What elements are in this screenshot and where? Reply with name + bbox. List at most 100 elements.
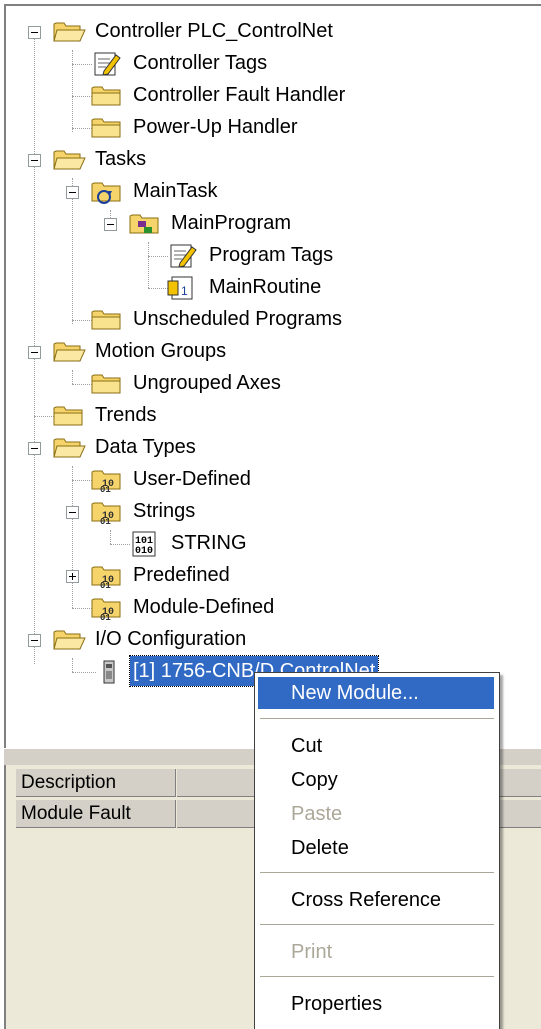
folder-icon xyxy=(91,310,121,330)
collapse-strings-toggle[interactable] xyxy=(66,506,79,519)
tree-node-mainprogram[interactable]: MainProgram xyxy=(128,208,328,238)
collapse-maintask-toggle[interactable] xyxy=(66,186,79,199)
tree-node-label: User-Defined xyxy=(133,468,251,490)
tree-line xyxy=(72,384,92,385)
task-icon xyxy=(91,182,121,204)
tree-node-label: Controller PLC_ControlNet xyxy=(95,20,333,42)
tree-line xyxy=(110,530,111,544)
menu-item-new-module[interactable]: New Module... xyxy=(258,677,494,709)
tree-node-strings[interactable]: Strings xyxy=(90,496,230,526)
tags-icon xyxy=(170,244,197,268)
tree-node-mainroutine[interactable]: MainRoutine xyxy=(166,272,366,302)
tree-node-string[interactable]: STRING xyxy=(128,528,268,558)
ladder-routine-icon xyxy=(167,276,193,300)
controller-organizer-tree[interactable]: Controller PLC_ControlNet Controller Tag… xyxy=(4,4,541,750)
tree-node-module-defined[interactable]: Module-Defined xyxy=(90,592,320,622)
datatype-folder-icon xyxy=(91,502,121,525)
tree-node-label: MainRoutine xyxy=(209,276,322,298)
tree-node-trends[interactable]: Trends xyxy=(52,400,182,430)
tree-node-label: Controller Fault Handler xyxy=(133,84,346,106)
tree-line xyxy=(72,658,73,672)
tree-line xyxy=(148,288,168,289)
collapse-motion-groups-toggle[interactable] xyxy=(28,346,41,359)
tree-line xyxy=(148,242,149,288)
binary-datatype-icon xyxy=(132,531,156,557)
tree-node-tasks[interactable]: Tasks xyxy=(52,144,172,174)
tree-node-controller-fault-handler[interactable]: Controller Fault Handler xyxy=(90,80,380,110)
tags-icon xyxy=(94,52,121,76)
menu-separator xyxy=(260,976,494,977)
tree-line xyxy=(72,320,92,321)
tree-node-predefined[interactable]: Predefined xyxy=(90,560,270,590)
module-icon xyxy=(103,660,115,684)
tree-line xyxy=(72,64,92,65)
folder-open-icon xyxy=(53,342,86,362)
tree-node-label: I/O Configuration xyxy=(95,628,247,650)
tree-node-label: Trends xyxy=(95,404,157,426)
menu-item-cut[interactable]: Cut xyxy=(258,730,494,762)
datatype-folder-icon xyxy=(91,470,121,493)
menu-item-print[interactable]: Print xyxy=(258,936,494,968)
tree-node-power-up-handler[interactable]: Power-Up Handler xyxy=(90,112,340,142)
tree-node-data-types[interactable]: Data Types xyxy=(52,432,232,462)
tree-node-label: Tasks xyxy=(95,148,147,170)
folder-icon xyxy=(91,118,121,138)
tree-node-label: Data Types xyxy=(95,436,196,458)
datatype-folder-icon xyxy=(91,598,121,621)
program-icon xyxy=(129,214,159,234)
tree-line xyxy=(34,416,54,417)
tree-line xyxy=(72,480,92,481)
folder-icon xyxy=(53,406,83,426)
tree-node-label: Strings xyxy=(133,500,196,522)
application-frame: Controller PLC_ControlNet Controller Tag… xyxy=(0,0,541,1029)
tree-node-program-tags[interactable]: Program Tags xyxy=(166,240,386,270)
collapse-controller-toggle[interactable] xyxy=(28,26,41,39)
tree-node-controller[interactable]: Controller PLC_ControlNet xyxy=(52,16,372,46)
tree-line xyxy=(72,96,92,97)
folder-icon xyxy=(91,374,121,394)
datatype-folder-icon xyxy=(91,566,121,589)
collapse-data-types-toggle[interactable] xyxy=(28,442,41,455)
collapse-tasks-toggle[interactable] xyxy=(28,154,41,167)
folder-open-icon xyxy=(53,438,86,458)
tree-line xyxy=(72,128,92,129)
collapse-io-configuration-toggle[interactable] xyxy=(28,634,41,647)
context-menu: New Module... Cut Copy Paste Delete Cros… xyxy=(254,672,500,1029)
menu-item-delete[interactable]: Delete xyxy=(258,832,494,864)
tree-node-label: Module-Defined xyxy=(133,596,275,618)
tree-node-ungrouped-axes[interactable]: Ungrouped Axes xyxy=(90,368,320,398)
property-label: Module Fault xyxy=(16,800,176,828)
menu-item-cross-reference[interactable]: Cross Reference xyxy=(258,884,494,916)
folder-open-icon xyxy=(53,630,86,650)
tree-node-label: MainProgram xyxy=(171,212,292,234)
tree-node-unscheduled-programs[interactable]: Unscheduled Programs xyxy=(90,304,380,334)
folder-icon xyxy=(91,86,121,106)
folder-open-icon xyxy=(53,22,86,42)
tree-node-label: Program Tags xyxy=(209,244,334,266)
collapse-mainprogram-toggle[interactable] xyxy=(104,218,117,231)
property-label: Description xyxy=(16,769,176,797)
menu-item-paste[interactable]: Paste xyxy=(258,798,494,830)
tree-line xyxy=(72,178,73,324)
tree-node-label: Unscheduled Programs xyxy=(133,308,342,330)
menu-item-properties[interactable]: Properties xyxy=(258,988,494,1020)
menu-item-copy[interactable]: Copy xyxy=(258,764,494,796)
tree-node-motion-groups[interactable]: Motion Groups xyxy=(52,336,262,366)
tree-node-label: STRING xyxy=(171,532,247,554)
folder-open-icon xyxy=(53,150,86,170)
tree-node-user-defined[interactable]: User-Defined xyxy=(90,464,290,494)
menu-separator xyxy=(260,924,494,925)
tree-line xyxy=(148,256,168,257)
expand-predefined-toggle[interactable] xyxy=(66,570,79,583)
tree-node-label: MainTask xyxy=(133,180,218,202)
tree-node-label: Motion Groups xyxy=(95,340,227,362)
tree-node-maintask[interactable]: MainTask xyxy=(90,176,250,206)
tree-node-io-configuration[interactable]: I/O Configuration xyxy=(52,624,292,654)
tree-line xyxy=(72,672,96,673)
tree-line xyxy=(72,370,73,384)
tree-line xyxy=(110,544,130,545)
menu-separator xyxy=(260,872,494,873)
tree-line xyxy=(72,608,92,609)
tree-node-label: Controller Tags xyxy=(133,52,268,74)
tree-node-controller-tags[interactable]: Controller Tags xyxy=(90,48,310,78)
